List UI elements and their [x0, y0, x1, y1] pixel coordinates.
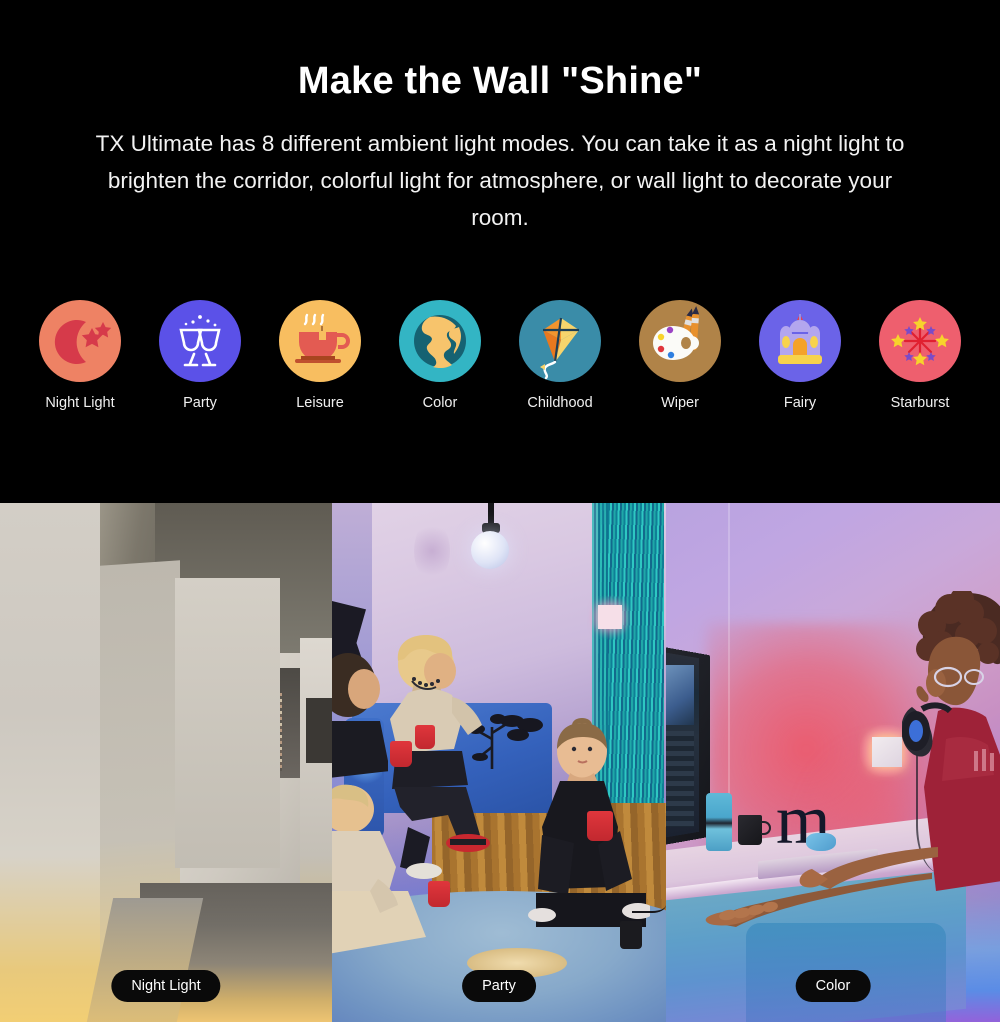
mode-label: Childhood — [527, 395, 593, 411]
scene-panel-color[interactable]: m Color — [666, 503, 1000, 1022]
red-cup — [390, 741, 412, 767]
scene-gallery: Night Light Party m Color — [0, 503, 1000, 1022]
pendant-globe-lamp — [471, 531, 509, 569]
wall-segment-b — [175, 578, 280, 868]
scene-panel-party[interactable]: Party — [332, 503, 666, 1022]
mode-item-wiper[interactable]: Wiper — [620, 300, 740, 411]
mode-item-leisure[interactable]: Leisure — [260, 300, 380, 411]
wall-corner-line — [728, 503, 730, 833]
wall-screen — [306, 698, 332, 763]
mode-label: Party — [183, 395, 217, 411]
product-feature-page: Make the Wall "Shine" TX Ultimate has 8 … — [0, 0, 1000, 1022]
light-mode-list: Night Light Party Leisure Color Childhoo… — [20, 300, 980, 411]
mode-item-color[interactable]: Color — [380, 300, 500, 411]
forearm-on-desk — [702, 871, 932, 927]
teacup-icon — [279, 300, 361, 382]
header-section: Make the Wall "Shine" TX Ultimate has 8 … — [0, 0, 1000, 503]
castle-icon — [759, 300, 841, 382]
paint-palette-icon — [639, 300, 721, 382]
person-foreground-left — [332, 783, 432, 963]
person-on-floor — [520, 715, 654, 945]
clinking-glasses-icon — [159, 300, 241, 382]
mode-label: Color — [422, 395, 458, 411]
black-mug — [738, 815, 762, 845]
floor-cable — [632, 893, 666, 913]
left-wall — [0, 503, 100, 1022]
mode-label: Night Light — [45, 395, 115, 411]
moon-stars-icon — [39, 300, 121, 382]
red-cup — [415, 725, 435, 749]
mode-item-fairy[interactable]: Fairy — [740, 300, 860, 411]
mode-item-childhood[interactable]: Childhood — [500, 300, 620, 411]
mode-item-starburst[interactable]: Starburst — [860, 300, 980, 411]
red-cup — [428, 881, 450, 907]
black-cup — [620, 921, 642, 949]
scene-panel-night-light[interactable]: Night Light — [0, 503, 332, 1022]
kite-icon — [519, 300, 601, 382]
red-cup — [587, 811, 613, 841]
wall-shadow-blur — [414, 521, 450, 581]
mode-item-night-light[interactable]: Night Light — [20, 300, 140, 411]
page-subtitle: TX Ultimate has 8 different ambient ligh… — [95, 131, 905, 230]
scene-label-pill: Color — [795, 970, 871, 1002]
screen-timeline — [666, 731, 694, 827]
mode-label: Fairy — [783, 395, 817, 411]
mode-label: Starburst — [890, 395, 950, 411]
wall-switch-panel — [598, 605, 622, 629]
globe-icon — [399, 300, 481, 382]
mode-label: Wiper — [661, 395, 699, 411]
mode-label: Leisure — [296, 395, 344, 411]
page-title: Make the Wall "Shine" — [297, 60, 703, 102]
water-bottle — [706, 793, 732, 851]
fireworks-icon — [879, 300, 961, 382]
scene-label-pill: Party — [462, 970, 536, 1002]
scene-label-pill: Night Light — [111, 970, 221, 1002]
wall-switch-panel — [872, 737, 902, 767]
mode-item-party[interactable]: Party — [140, 300, 260, 411]
screen-preview-image — [666, 665, 694, 725]
